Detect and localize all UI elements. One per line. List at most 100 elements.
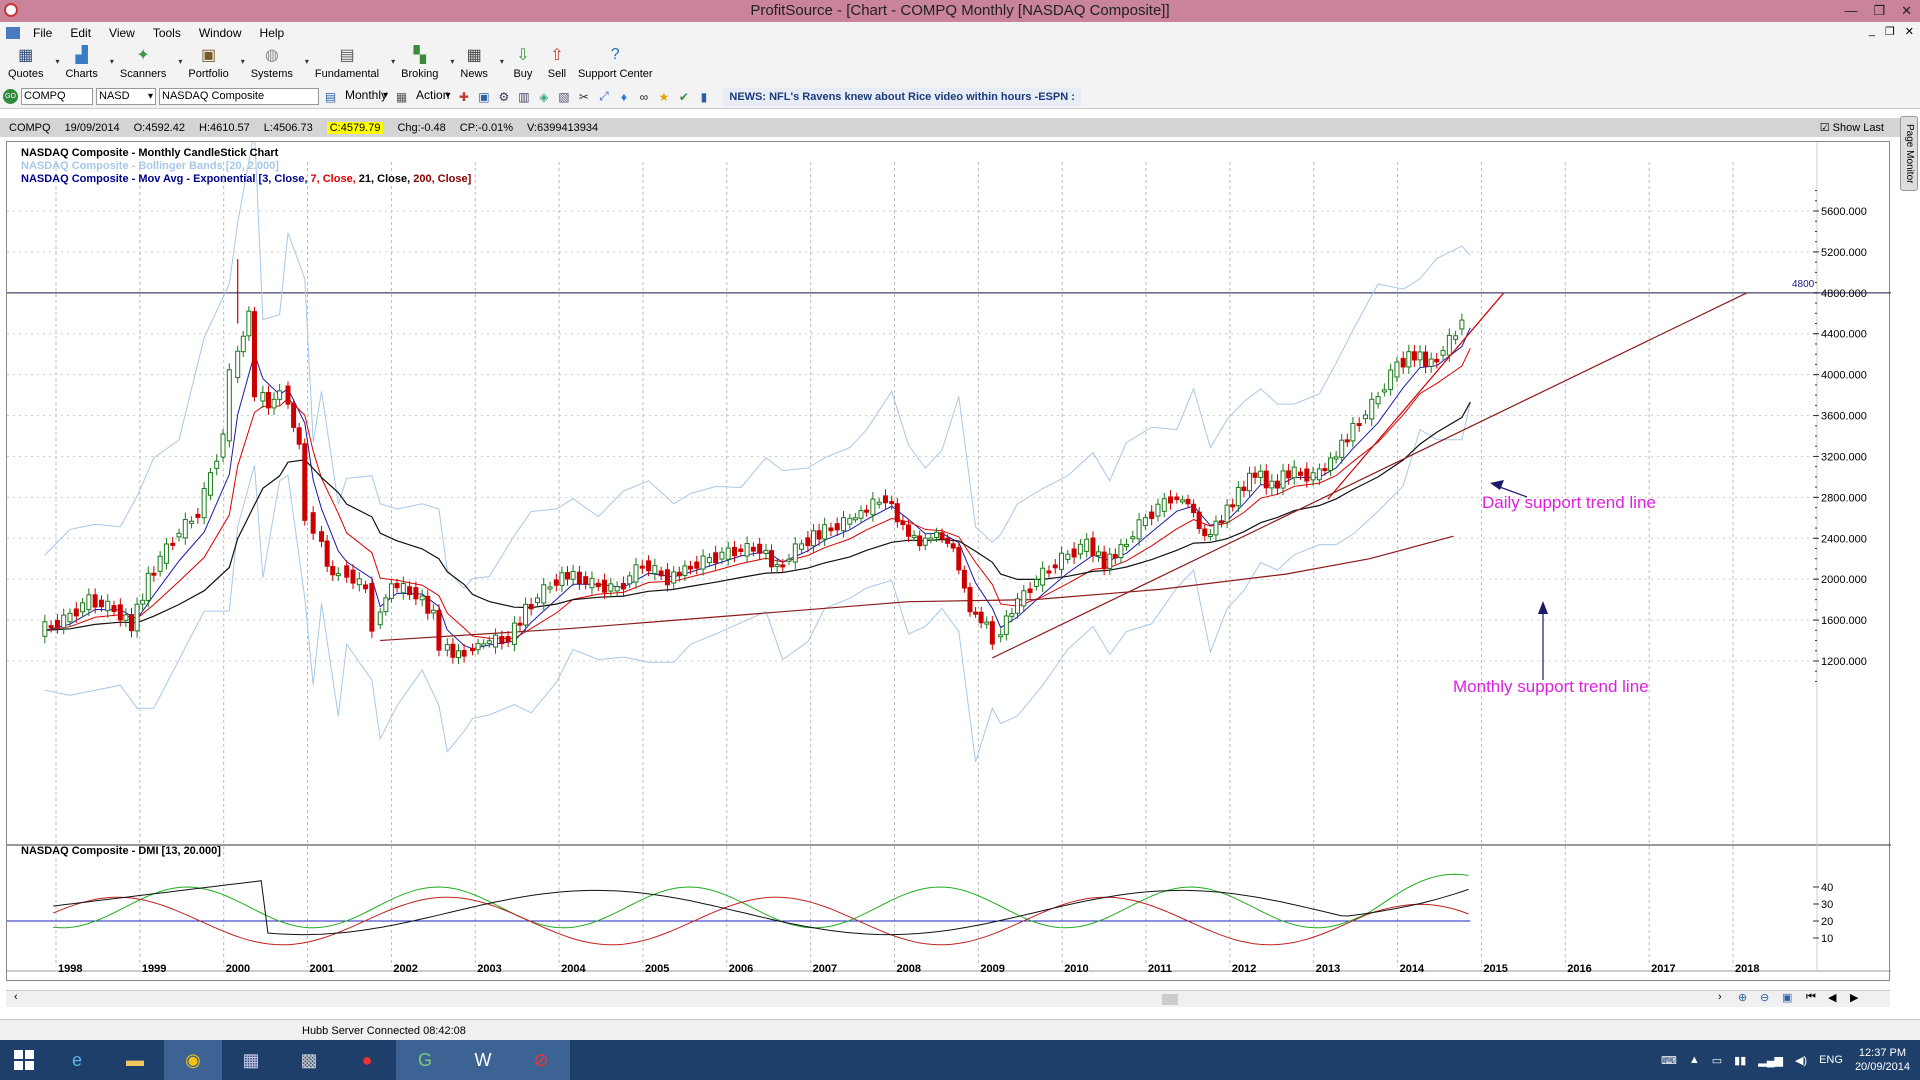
scroll-thumb[interactable] [1162,994,1178,1005]
ie-icon[interactable]: e [48,1040,106,1080]
app-grid-icon[interactable]: ▩ [280,1040,338,1080]
first-bar-icon[interactable]: ⏮ [1806,991,1816,1004]
exchange-select[interactable]: NASD [96,88,156,105]
candle-body [277,390,283,400]
toolbar-news-button[interactable]: ▦ News ▾ [460,43,504,80]
mdi-minimize-icon[interactable]: _ [1869,25,1875,38]
network-icon[interactable]: ▮▮ [1734,1054,1746,1067]
toolbar-quotes-button[interactable]: ▦ Quotes ▾ [8,43,59,80]
toolbar-charts-button[interactable]: ▟ Charts ▾ [65,43,113,80]
zoom-out-icon[interactable]: ⊖ [1760,991,1769,1004]
prev-bar-icon[interactable]: ◀ [1828,991,1836,1004]
menu-tools[interactable]: Tools [144,26,190,40]
layout-icon[interactable]: ▧ [555,88,572,105]
news-ticker[interactable]: NEWS: NFL's Ravens knew about Rice video… [723,87,1081,106]
candle-body [1310,472,1316,481]
chrome-icon[interactable]: ◉ [164,1040,222,1080]
settings-icon[interactable]: ⚙ [495,88,512,105]
dropdown-arrow-icon[interactable]: ▾ [391,57,395,66]
action-menu[interactable]: Action [413,88,452,105]
show-last-checkbox[interactable]: ☑ Show Last [1820,121,1884,134]
save-icon[interactable]: ▣ [475,88,492,105]
close-icon[interactable]: ✕ [1901,0,1912,22]
dropdown-arrow-icon[interactable]: ▾ [178,57,182,66]
security-name-field[interactable]: NASDAQ Composite [159,88,319,105]
profitsource-icon[interactable]: ⊘ [512,1040,570,1080]
menu-edit[interactable]: Edit [61,26,100,40]
calculator-icon[interactable]: ▦ [222,1040,280,1080]
indicator-icon[interactable]: ◈ [535,88,552,105]
mdi-restore-icon[interactable]: ❐ [1885,25,1895,38]
keyboard-icon[interactable]: ⌨ [1661,1054,1677,1067]
candle-body [984,621,990,625]
menu-window[interactable]: Window [190,26,251,40]
toolbar-scanners-button[interactable]: ✦ Scanners ▾ [120,43,182,80]
candle-body [1052,564,1058,569]
candle-body [319,531,325,542]
candle-body [700,555,706,570]
tools-icon[interactable]: ✂ [575,88,592,105]
mdi-close-icon[interactable]: ✕ [1905,25,1914,38]
restore-icon[interactable]: ❐ [1873,0,1885,22]
period-select[interactable]: Monthly [342,88,390,105]
dropdown-arrow-icon[interactable]: ▾ [241,57,245,66]
dropdown-arrow-icon[interactable]: ▾ [110,57,114,66]
fundamental-icon: ▤ [339,47,355,64]
menu-view[interactable]: View [100,26,144,40]
language-indicator[interactable]: ENG [1819,1054,1843,1066]
charts-icon: ▟ [75,47,88,64]
delete-icon[interactable]: ✚ [455,88,472,105]
candle-body [285,385,291,405]
start-button[interactable] [0,1040,48,1080]
candle-body [608,583,614,592]
news-icon: ▦ [466,47,482,64]
dropdown-arrow-icon[interactable]: ▾ [500,57,504,66]
template-icon[interactable]: ▥ [515,88,532,105]
dropdown-arrow-icon[interactable]: ▾ [450,57,454,66]
menu-help[interactable]: Help [251,26,294,40]
page-monitor-tab[interactable]: Page Monitor [1900,116,1918,191]
volume-icon[interactable]: ◀) [1795,1054,1807,1067]
legend-ema-21: 21, Close, [358,173,414,185]
go-app-icon[interactable]: G [396,1040,454,1080]
tray-app-icon[interactable]: ▭ [1712,1054,1722,1067]
word-icon[interactable]: W [454,1040,512,1080]
clock[interactable]: 12:37 PM 20/09/2014 [1855,1046,1910,1074]
security-code-input[interactable]: COMPQ [21,88,93,105]
go-button[interactable]: GO [3,89,18,104]
chart-area[interactable]: 1998 1999 2000 2001 2002 2003 2004 2005 2006 2007… [6,141,1891,982]
zoom-fit-icon[interactable]: ▣ [1782,991,1792,1004]
toolbar-support-center-button[interactable]: ? Support Center [578,43,653,80]
drawing-icon[interactable]: ⤢ [595,88,612,105]
toolbar-systems-button[interactable]: ◍ Systems ▾ [251,43,309,80]
scroll-left-icon[interactable]: ‹ [14,991,18,1003]
red-app-icon[interactable]: ● [338,1040,396,1080]
zoom-in-icon[interactable]: ⊕ [1738,991,1747,1004]
dropdown-arrow-icon[interactable]: ▾ [305,57,309,66]
next-bar-icon[interactable]: ▶ [1850,991,1858,1004]
alert-icon[interactable]: ✔ [675,88,692,105]
candle-body [1280,470,1286,489]
toolbar-broking-button[interactable]: ▚ Broking ▾ [401,43,454,80]
candle-body [1356,423,1362,427]
binoculars-icon[interactable]: ∞ [635,88,652,105]
toolbar-buy-button[interactable]: ⇩ Buy [510,43,536,80]
toolbar-fundamental-button[interactable]: ▤ Fundamental ▾ [315,43,395,80]
candle-body [1027,588,1033,593]
scroll-right-icon[interactable]: › [1718,991,1722,1003]
minimize-icon[interactable]: — [1844,0,1857,22]
candle-body [226,369,232,442]
chart-hscrollbar[interactable]: ‹ › ⊕ ⊖ ▣ ⏮ ◀ ▶ [6,990,1890,1007]
signal-strength-icon[interactable]: ▂▄▆ [1758,1054,1783,1067]
tray-expand-icon[interactable]: ▲ [1689,1054,1700,1066]
star-icon[interactable]: ★ [655,88,672,105]
file-explorer-icon[interactable]: ▬ [106,1040,164,1080]
menu-file[interactable]: File [24,26,61,40]
toolbar-sell-button[interactable]: ⇧ Sell [544,43,570,80]
signal-icon[interactable]: ▮ [695,88,712,105]
dropdown-arrow-icon[interactable]: ▾ [55,57,59,66]
toolbar-portfolio-button[interactable]: ▣ Portfolio ▾ [188,43,244,80]
bulb-icon[interactable]: ♦ [615,88,632,105]
chart-svg[interactable]: 1998 1999 2000 2001 2002 2003 2004 2005 2006 2007… [7,142,1891,982]
ema-3-line [44,327,1471,650]
